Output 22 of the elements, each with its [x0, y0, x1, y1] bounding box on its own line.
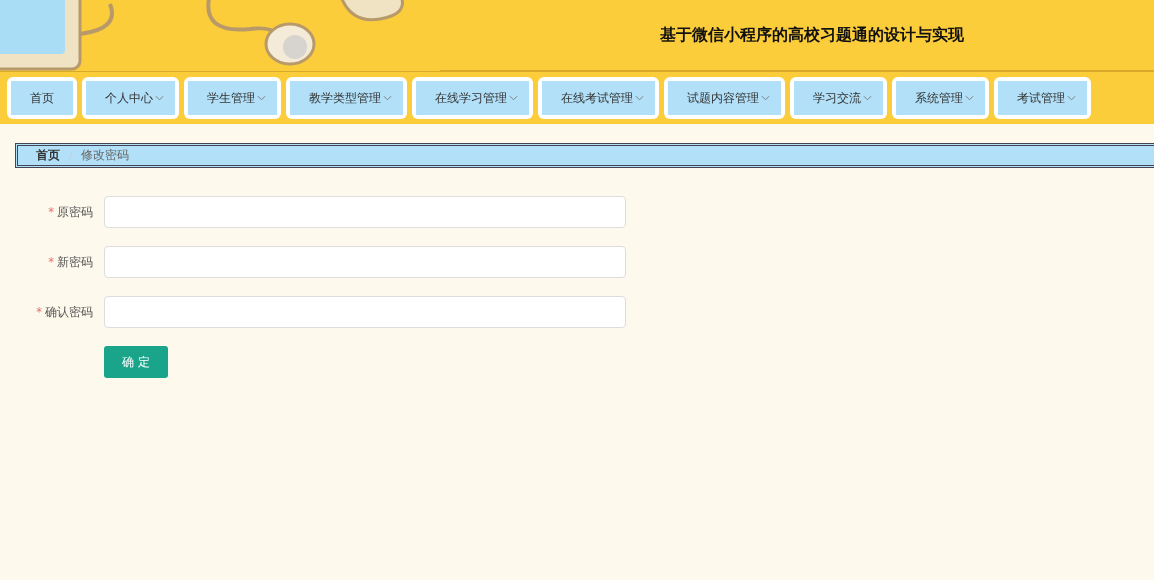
nav-menu-item[interactable]: 在线考试管理	[538, 77, 659, 119]
nav-menu-item[interactable]: 系统管理	[892, 77, 989, 119]
field-label: 新密码	[57, 254, 93, 269]
field-label: 确认密码	[45, 304, 93, 319]
nav-menu-item[interactable]: 在线学习管理	[412, 77, 533, 119]
required-mark: *	[48, 254, 54, 269]
password-field[interactable]	[104, 296, 626, 328]
nav-menu-item[interactable]: 个人中心	[82, 77, 179, 119]
nav-menu-item[interactable]: 学习交流	[790, 77, 887, 119]
nav-menu-item[interactable]: 首页	[7, 77, 77, 119]
required-mark: *	[36, 304, 42, 319]
password-field[interactable]	[104, 196, 626, 228]
nav-menu-item[interactable]: 试题内容管理	[664, 77, 785, 119]
nav-menu-item[interactable]: 考试管理	[994, 77, 1091, 119]
breadcrumb-current: 修改密码	[81, 148, 129, 163]
field-label: 原密码	[57, 204, 93, 219]
nav-menu-item[interactable]: 学生管理	[184, 77, 281, 119]
required-mark: *	[48, 204, 54, 219]
password-field[interactable]	[104, 246, 626, 278]
breadcrumb-link[interactable]: 首页	[36, 148, 60, 163]
site-title: 基于微信小程序的高校习题通的设计与实现	[660, 24, 964, 46]
nav-menu-item[interactable]: 教学类型管理	[286, 77, 407, 119]
